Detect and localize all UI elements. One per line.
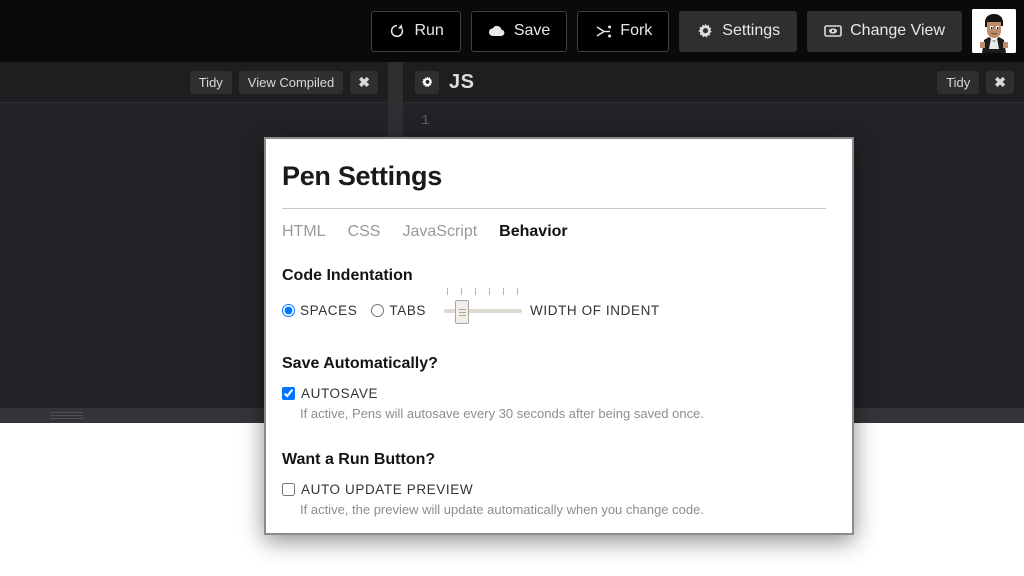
- view-compiled-button[interactable]: View Compiled: [238, 70, 344, 94]
- modal-tabs: HTML CSS JavaScript Behavior: [282, 209, 826, 241]
- run-button-heading: Want a Run Button?: [282, 451, 436, 468]
- spaces-label: SPACES: [300, 302, 358, 318]
- avatar[interactable]: [972, 9, 1016, 53]
- spaces-radio-option[interactable]: SPACES: [282, 303, 357, 318]
- top-toolbar: Run Save Fork Settings Change View: [0, 0, 1024, 62]
- autosave-section: Save Automatically? AUTOSAVE If active, …: [282, 355, 826, 421]
- tab-css[interactable]: CSS: [348, 223, 381, 241]
- right-pane-actions: Tidy ✖: [930, 70, 1014, 94]
- save-button[interactable]: Save: [470, 10, 568, 52]
- autosave-checkbox-row[interactable]: AUTOSAVE: [282, 386, 826, 401]
- fork-button[interactable]: Fork: [577, 10, 670, 52]
- settings-button-label: Settings: [722, 22, 781, 39]
- tabs-radio-option[interactable]: TABS: [371, 303, 426, 318]
- refresh-icon: [388, 22, 406, 40]
- tab-behavior[interactable]: Behavior: [499, 223, 567, 241]
- save-button-label: Save: [513, 22, 551, 39]
- spaces-radio[interactable]: [282, 303, 295, 317]
- settings-button[interactable]: Settings: [679, 10, 798, 52]
- run-button-label: Run: [414, 22, 444, 39]
- eye-icon: [824, 22, 842, 40]
- js-settings-gear-icon[interactable]: [415, 70, 439, 94]
- autosave-checkbox[interactable]: [282, 387, 295, 400]
- gear-icon: [696, 22, 714, 40]
- fork-button-label: Fork: [620, 22, 653, 39]
- fork-icon: [594, 22, 612, 40]
- autosave-hint: If active, Pens will autosave every 30 s…: [300, 406, 704, 421]
- drag-handle-icon[interactable]: [50, 412, 83, 420]
- change-view-button[interactable]: Change View: [807, 10, 962, 52]
- auto-update-preview-label: AUTO UPDATE PREVIEW: [301, 482, 474, 497]
- left-pane-actions: Tidy View Compiled ✖: [183, 70, 378, 94]
- indent-width-slider[interactable]: [444, 288, 523, 324]
- autosave-label: AUTOSAVE: [301, 386, 379, 401]
- left-pane-header: Tidy View Compiled ✖: [0, 62, 388, 103]
- cloud-icon: [488, 22, 506, 40]
- right-pane-close-icon[interactable]: ✖: [986, 70, 1014, 94]
- right-pane-title-group: JS: [415, 70, 475, 94]
- left-tidy-button[interactable]: Tidy: [189, 70, 232, 94]
- code-indentation-section: Code Indentation SPACES TABS WIDTH OF IN…: [282, 267, 826, 324]
- slider-ticks: [444, 288, 522, 295]
- auto-update-preview-row[interactable]: AUTO UPDATE PREVIEW: [282, 482, 826, 497]
- auto-update-preview-checkbox[interactable]: [282, 483, 295, 496]
- run-button-hint: If active, the preview will update autom…: [300, 502, 704, 517]
- js-editor-line-number: 1: [421, 113, 430, 129]
- width-of-indent-label: WIDTH OF INDENT: [530, 302, 660, 318]
- left-pane-close-icon[interactable]: ✖: [350, 70, 378, 94]
- tabs-label: TABS: [389, 302, 427, 318]
- change-view-button-label: Change View: [850, 22, 945, 39]
- run-button-section: Want a Run Button? AUTO UPDATE PREVIEW I…: [282, 451, 826, 517]
- indentation-controls: SPACES TABS WIDTH OF INDENT: [282, 288, 826, 324]
- slider-thumb[interactable]: [455, 300, 470, 324]
- avatar-image: [972, 9, 1016, 53]
- right-tidy-button[interactable]: Tidy: [937, 70, 980, 94]
- pen-settings-modal: Pen Settings HTML CSS JavaScript Behavio…: [264, 137, 854, 535]
- code-indentation-heading: Code Indentation: [282, 267, 413, 284]
- run-button[interactable]: Run: [371, 10, 461, 52]
- tab-javascript[interactable]: JavaScript: [402, 223, 477, 241]
- js-language-label: JS: [449, 70, 475, 93]
- autosave-heading: Save Automatically?: [282, 355, 438, 372]
- tab-html[interactable]: HTML: [282, 223, 326, 241]
- tabs-radio[interactable]: [371, 303, 385, 317]
- right-pane-header: JS Tidy ✖: [403, 62, 1024, 103]
- modal-title: Pen Settings: [282, 161, 442, 191]
